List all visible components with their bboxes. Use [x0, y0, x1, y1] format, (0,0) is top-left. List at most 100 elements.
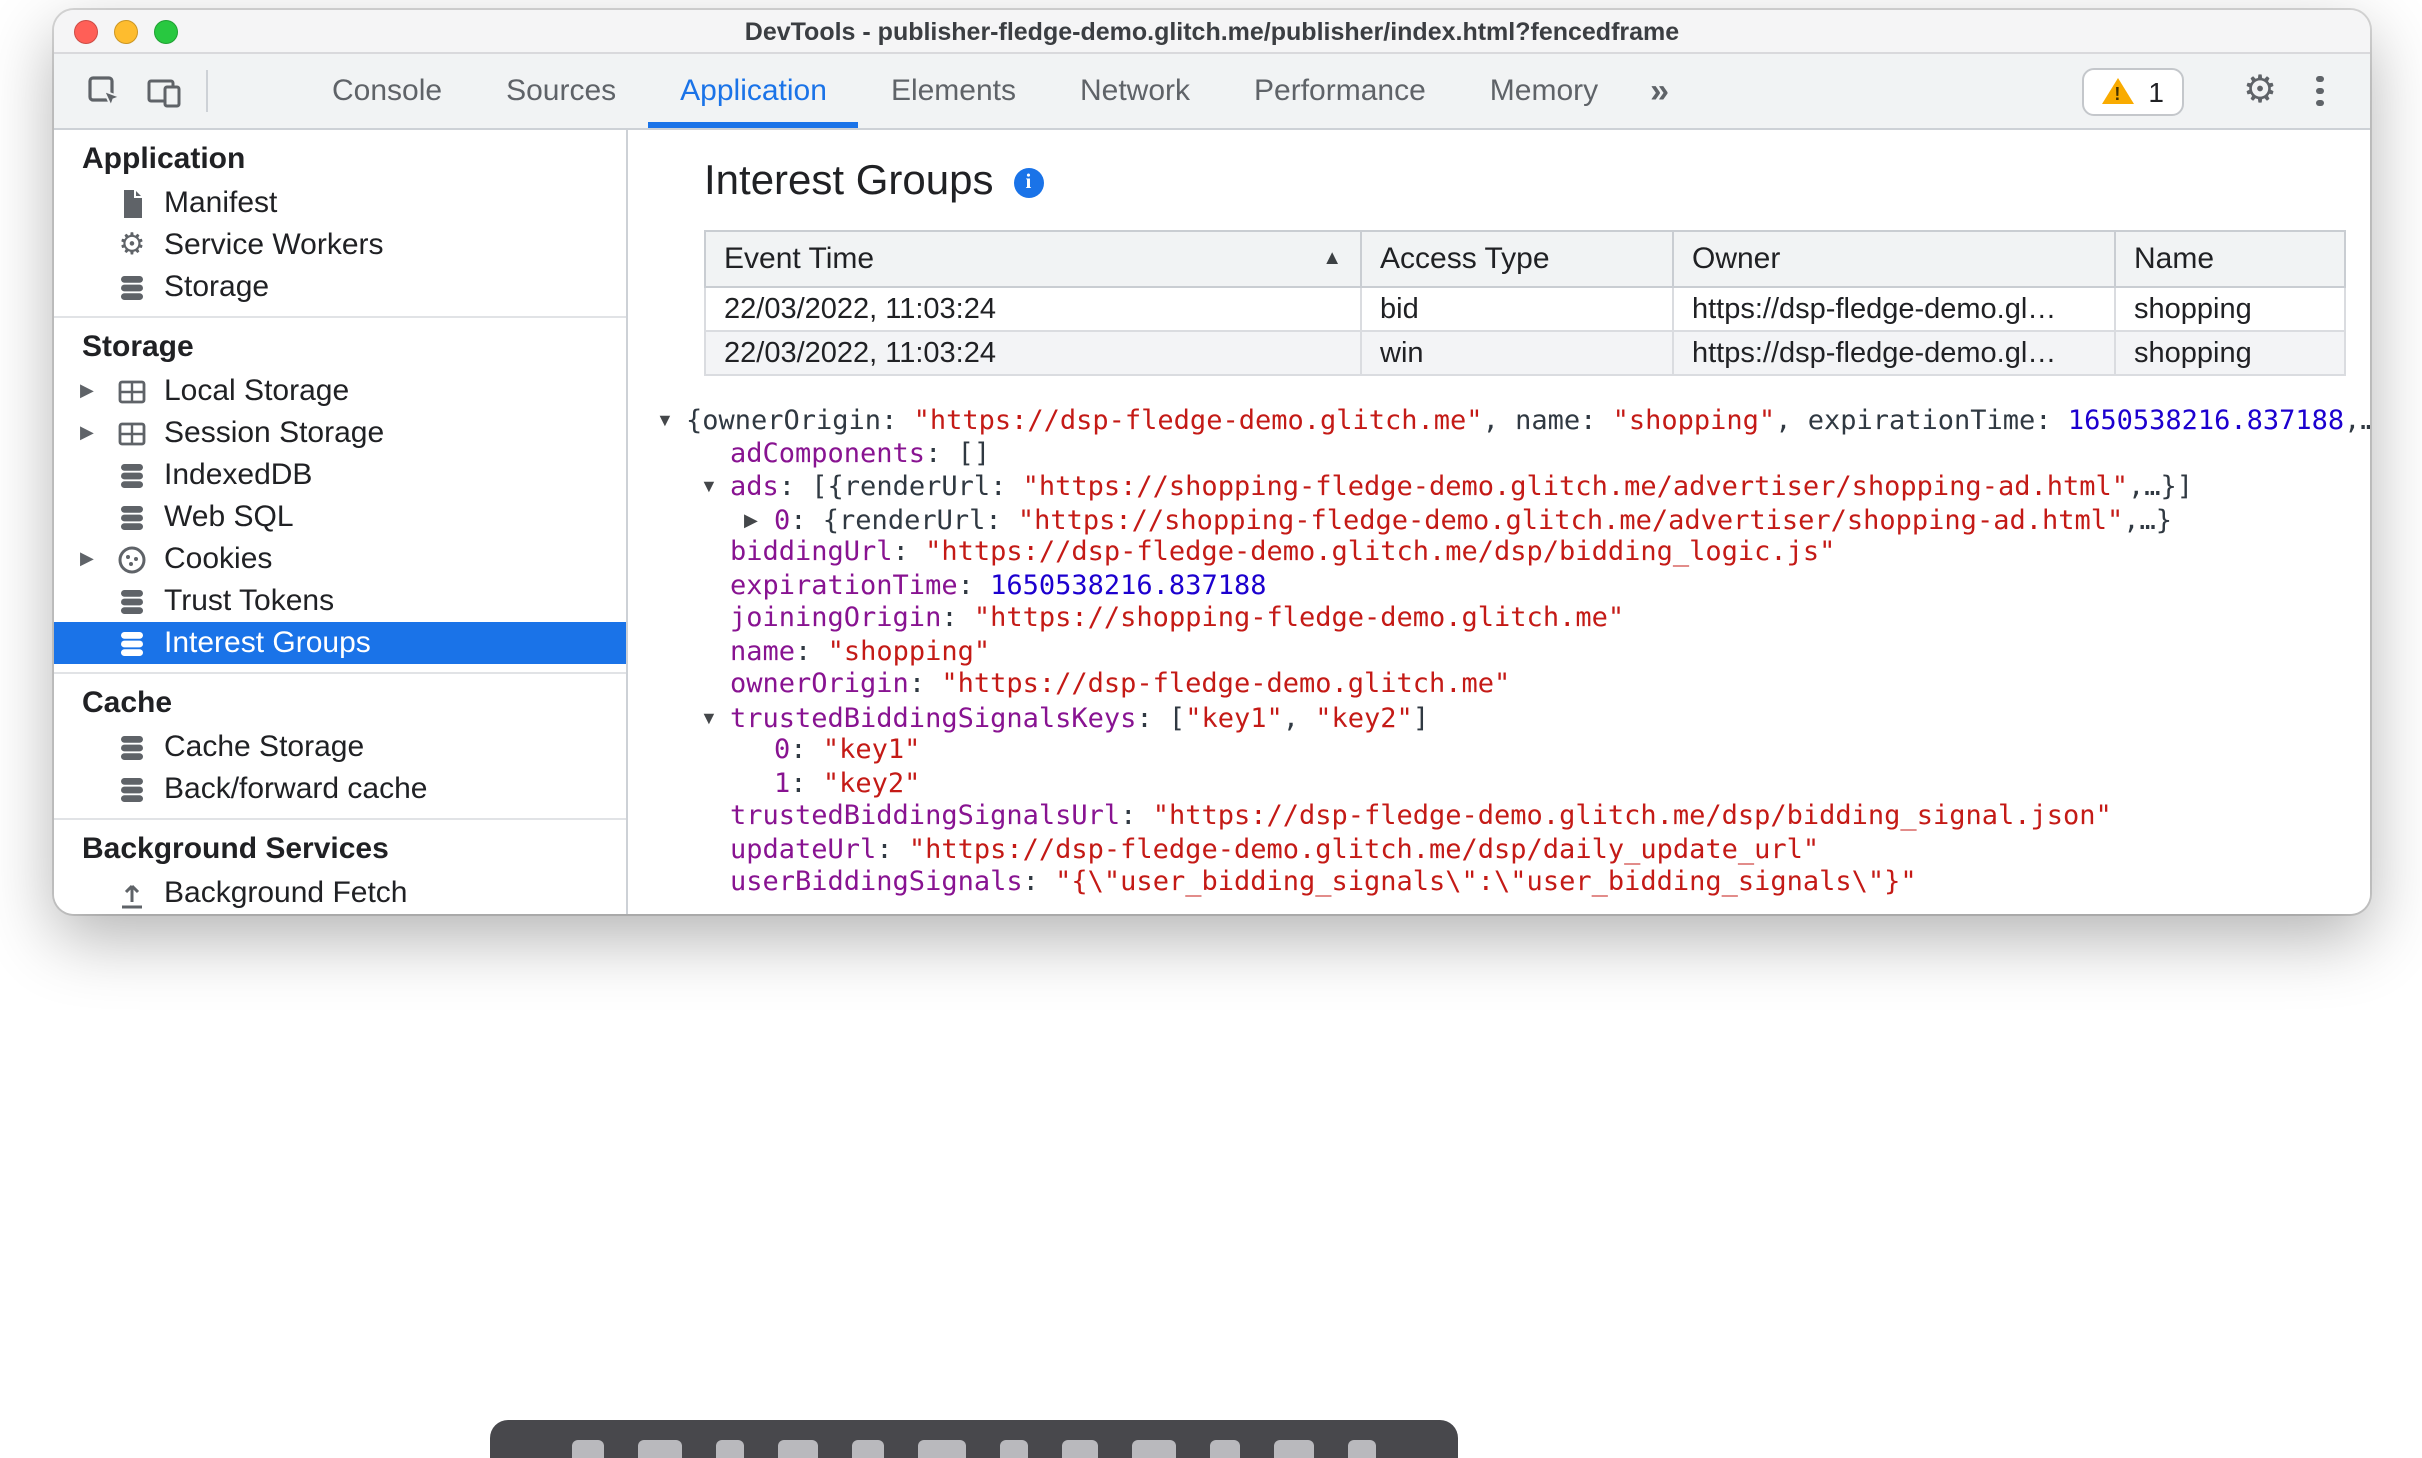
tree-token-key: userBiddingSignals [730, 866, 1023, 898]
sidebar-item-label: IndexedDB [164, 458, 313, 492]
tree-token-string: "https://dsp-fledge-demo.glitch.me" [941, 668, 1511, 700]
tree-token-plain: : {renderUrl: [790, 504, 1018, 536]
tree-token-index: 1 [774, 767, 791, 799]
column-header-owner[interactable]: Owner [1672, 230, 2116, 288]
tab-sources[interactable]: Sources [474, 54, 648, 128]
sidebar-item-storage[interactable]: Storage [54, 266, 626, 308]
chevron-right-icon[interactable]: ▶ [54, 380, 112, 402]
tree-line[interactable]: ▶ 0: {renderUrl: "https://shopping-fledge… [656, 503, 2370, 536]
manifest-doc-icon [112, 185, 152, 221]
sidebar-section-divider [54, 672, 626, 674]
macos-dock[interactable] [490, 1420, 1458, 1458]
sidebar-item-label: Manifest [164, 186, 278, 220]
tree-token-index: 0 [774, 504, 791, 536]
tree-token-plain: , expirationTime: [1775, 405, 2068, 437]
page-title: Interest Groups [704, 158, 994, 204]
column-header-name[interactable]: Name [2114, 230, 2346, 288]
tree-token-plain: ] [1412, 702, 1430, 734]
tree-line[interactable]: ▼ {ownerOrigin: "https://dsp-fledge-demo.… [656, 404, 2370, 437]
database-icon [112, 729, 152, 765]
sidebar-item-label: Web SQL [164, 500, 294, 534]
device-toolbar-icon [147, 78, 181, 107]
chevron-right-icon[interactable]: ▶ [54, 422, 112, 444]
sidebar-item-session-storage[interactable]: ▶ Session Storage [54, 412, 626, 454]
sidebar-item-label: Session Storage [164, 416, 385, 450]
tab-memory[interactable]: Memory [1458, 54, 1630, 128]
chevron-right-icon[interactable]: ▶ [54, 548, 112, 570]
sidebar-item-cache-storage[interactable]: Cache Storage [54, 726, 626, 768]
issues-warning-badge[interactable]: ! 1 [2082, 67, 2184, 115]
tree-token-string: "key2" [822, 767, 921, 799]
tree-token-key: trustedBiddingSignalsUrl [730, 800, 1121, 832]
tree-token-plain: : [ [1136, 702, 1186, 734]
tab-elements[interactable]: Elements [859, 54, 1048, 128]
table-cell: win [1360, 330, 1674, 376]
table-grid-icon [112, 415, 152, 451]
table-row[interactable]: 22/03/2022, 11:03:24 bid https://dsp-fledg… [704, 286, 2346, 332]
table-header-row: Event Time ▲ Access Type Owner Name [704, 230, 2346, 288]
settings-button[interactable]: ⚙ [2234, 72, 2286, 110]
application-sidebar: Application Manifest ⚙ Service Workers Stora… [54, 130, 628, 914]
tree-expanded-arrow-icon[interactable]: ▼ [700, 470, 730, 503]
tree-token-string: "key2" [1315, 702, 1413, 734]
sidebar-item-label: Back/forward cache [164, 772, 428, 806]
sidebar-item-back-forward-cache[interactable]: Back/forward cache [54, 768, 626, 810]
info-icon[interactable]: i [1013, 167, 1044, 197]
sidebar-item-background-fetch[interactable]: Background Fetch [54, 872, 626, 914]
tree-line: joiningOrigin: "https://shopping-fledge-… [656, 602, 2370, 635]
tree-line: adComponents: [] [656, 437, 2370, 470]
dock-app-icon [918, 1440, 966, 1458]
sidebar-item-service-workers[interactable]: ⚙ Service Workers [54, 224, 626, 266]
sidebar-item-indexeddb[interactable]: IndexedDB [54, 454, 626, 496]
tab-network[interactable]: Network [1048, 54, 1222, 128]
tree-line[interactable]: ▼ trustedBiddingSignalsKeys: ["key1", "ke… [656, 701, 2370, 734]
tree-token-plain: ,…} [2344, 405, 2370, 437]
sidebar-item-web-sql[interactable]: Web SQL [54, 496, 626, 538]
tab-application[interactable]: Application [648, 54, 859, 128]
tree-token-string: "shopping" [1612, 405, 1776, 437]
tree-token-plain: , name: [1482, 405, 1613, 437]
sidebar-item-local-storage[interactable]: ▶ Local Storage [54, 370, 626, 412]
tab-performance[interactable]: Performance [1222, 54, 1458, 128]
more-tabs-button[interactable]: » [1630, 54, 1689, 128]
table-cell: 22/03/2022, 11:03:24 [704, 330, 1362, 376]
dock-app-icon [716, 1440, 744, 1458]
tab-console[interactable]: Console [300, 54, 474, 128]
tree-expanded-arrow-icon[interactable]: ▼ [700, 701, 730, 734]
column-header-access-type[interactable]: Access Type [1360, 230, 1674, 288]
sidebar-item-label: Background Fetch [164, 876, 408, 910]
sidebar-item-cookies[interactable]: ▶ Cookies [54, 538, 626, 580]
table-row[interactable]: 22/03/2022, 11:03:24 win https://dsp-fledg… [704, 330, 2346, 376]
sidebar-item-interest-groups[interactable]: Interest Groups [54, 622, 626, 664]
tree-collapsed-arrow-icon[interactable]: ▶ [744, 503, 774, 536]
tree-token-plain: : [790, 734, 823, 766]
events-table: Event Time ▲ Access Type Owner Name 22/03/20… [704, 230, 2346, 376]
sidebar-item-manifest[interactable]: Manifest [54, 182, 626, 224]
table-cell: 22/03/2022, 11:03:24 [704, 286, 1362, 332]
tree-token-plain: : [941, 602, 974, 634]
tree-line: expirationTime: 1650538216.837188 [656, 569, 2370, 602]
sidebar-section-cache: Cache [82, 686, 173, 720]
sidebar-item-trust-tokens[interactable]: Trust Tokens [54, 580, 626, 622]
tree-token-plain: : [1022, 866, 1056, 898]
tree-line: 1: "key2" [656, 767, 2370, 800]
table-grid-icon [112, 373, 152, 409]
dock-app-icon [852, 1440, 884, 1458]
tree-token-key: joiningOrigin [730, 602, 942, 634]
tree-token-plain: : [892, 536, 926, 568]
tree-token-string: "https://dsp-fledge-demo.glitch.me/dsp/b… [925, 536, 1836, 568]
tree-token-plain: , [1282, 702, 1316, 734]
dock-app-icon [1210, 1440, 1240, 1458]
column-header-event-time[interactable]: Event Time ▲ [704, 230, 1362, 288]
dock-app-icon [778, 1440, 818, 1458]
database-icon [112, 499, 152, 535]
device-toolbar-button[interactable] [134, 54, 194, 128]
tree-token-plain: : [{renderUrl: [778, 471, 1023, 503]
inspect-element-button[interactable] [74, 54, 134, 128]
panel-heading-row: Interest Groups i [704, 158, 2370, 206]
more-options-button[interactable] [2298, 75, 2342, 107]
tree-line[interactable]: ▼ ads: [{renderUrl: "https://shopping-fle… [656, 470, 2370, 503]
tree-token-string: "https://dsp-fledge-demo.glitch.me/dsp/d… [908, 833, 1820, 865]
tree-expanded-arrow-icon[interactable]: ▼ [656, 404, 686, 437]
tree-token-string: "key1" [1185, 702, 1283, 734]
